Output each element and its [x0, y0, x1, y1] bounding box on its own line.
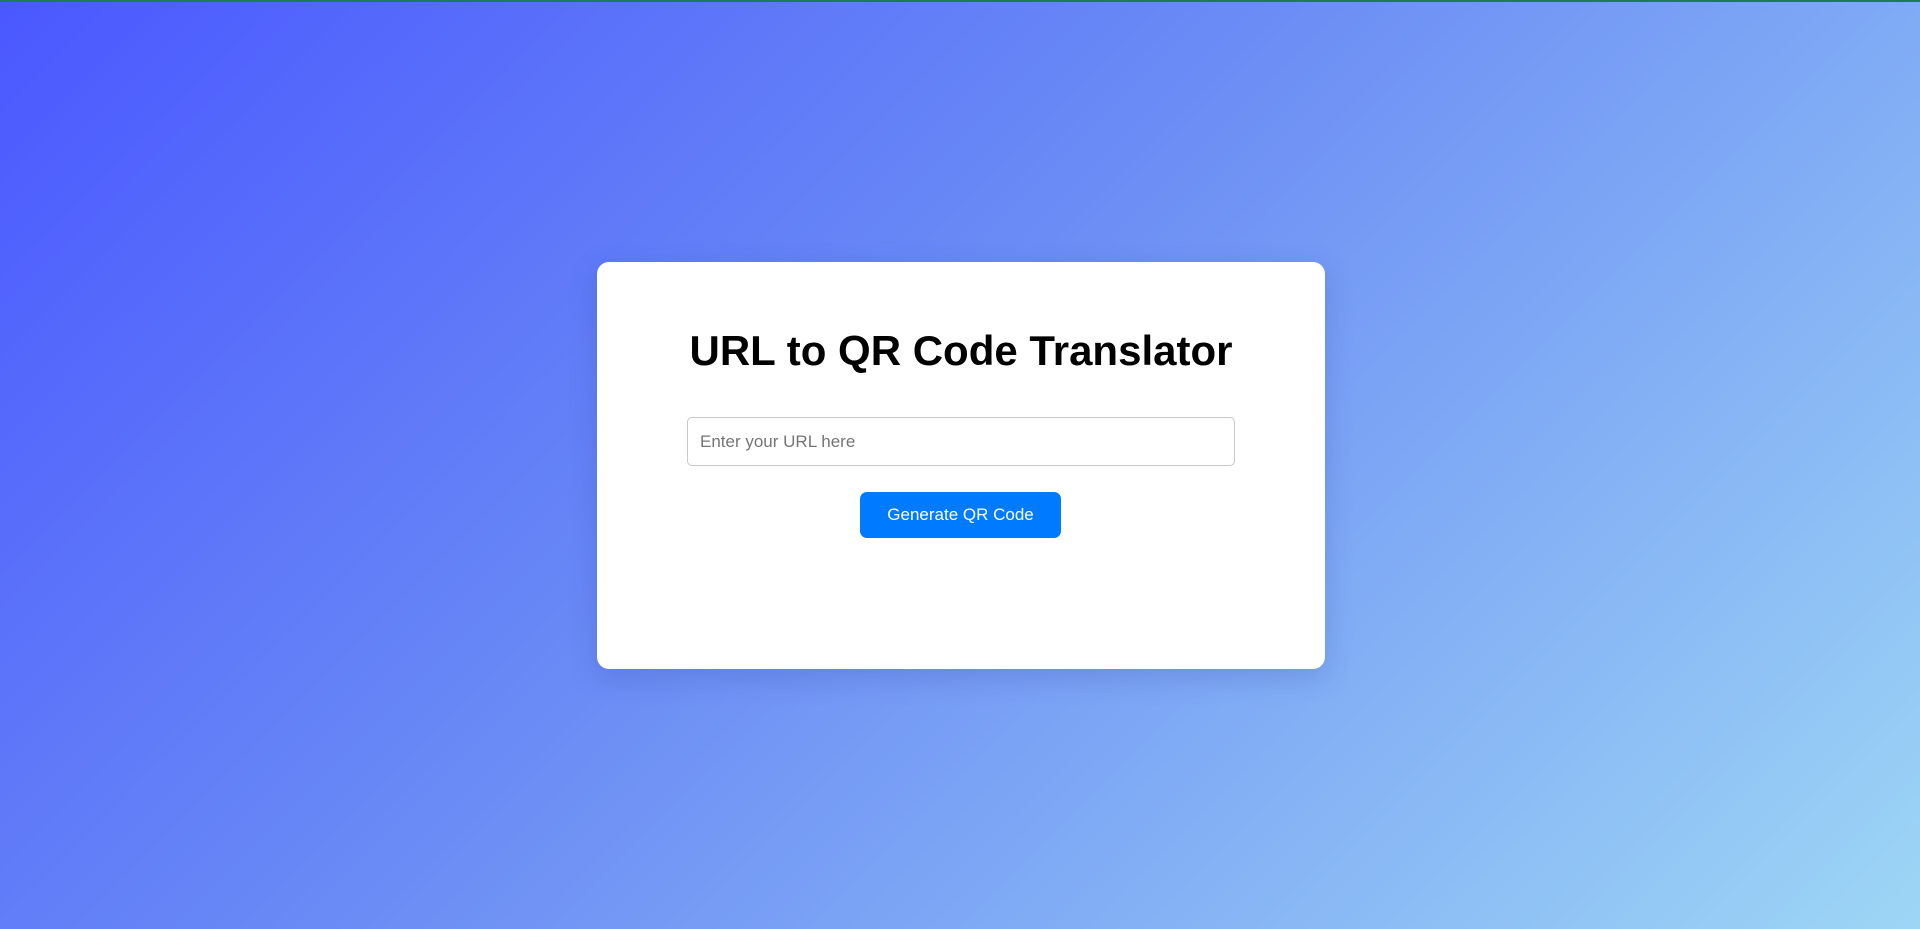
top-border-line — [0, 0, 1920, 2]
page-background: { "page": { "title": "URL to QR Code Tra… — [0, 0, 1920, 929]
url-input[interactable] — [687, 417, 1235, 466]
qr-generator-card: URL to QR Code Translator Generate QR Co… — [597, 262, 1325, 669]
page-title: URL to QR Code Translator — [689, 327, 1233, 374]
generate-qr-code-button[interactable]: Generate QR Code — [860, 492, 1061, 538]
